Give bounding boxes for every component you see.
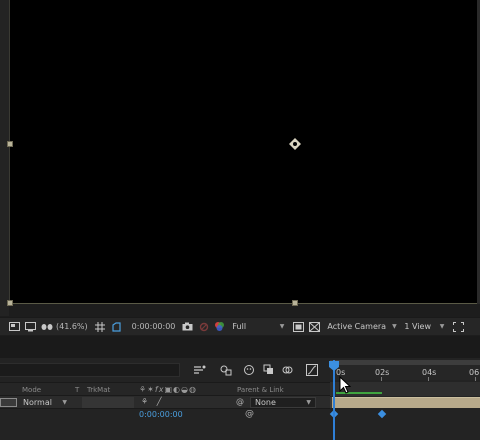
layer-row[interactable]: Normal ▼ ⚘ ╱ @ None ▼ (0, 396, 330, 409)
parent-value: None (255, 398, 276, 407)
time-navigator-bar[interactable] (330, 360, 480, 365)
property-value-time[interactable]: 0:00:00:00 (139, 410, 183, 419)
chevron-down-icon: ▼ (392, 323, 397, 330)
expression-pick-whip-icon[interactable]: @ (245, 409, 254, 419)
composition-viewer (0, 0, 480, 316)
ruler-tick (475, 377, 476, 381)
property-row: 0:00:00:00 @ (0, 409, 330, 422)
draft-3d-icon[interactable] (219, 363, 233, 377)
parent-link-column-header[interactable]: Parent & Link (237, 386, 284, 394)
viewer-toolbar: (41.6%) 0:00:00:00 Full ▼ Active Camera … (0, 317, 480, 335)
ruler-label-06: 06 (469, 368, 480, 377)
transform-handle-middle-left[interactable] (7, 141, 13, 147)
transform-handle-bottom-center[interactable] (292, 300, 298, 306)
fast-previews-icon[interactable] (292, 321, 305, 333)
ruler-label-02s: 02s (375, 368, 390, 377)
frame-blending-icon[interactable] (262, 363, 276, 377)
resolution-value: Full (232, 322, 247, 331)
current-time-display[interactable]: 0:00:00:00 (132, 322, 176, 331)
panel-divider[interactable] (0, 336, 480, 358)
view-layout-value: 1 View (404, 322, 431, 331)
resolution-dropdown[interactable]: Full ▼ (229, 320, 287, 333)
camera-view-dropdown[interactable]: Active Camera ▼ (324, 320, 396, 333)
motion-blur-icon[interactable] (281, 363, 295, 377)
mode-column-header[interactable]: Mode (22, 386, 41, 394)
viewer-left-edge (0, 0, 9, 316)
always-preview-icon[interactable] (8, 321, 21, 333)
region-of-interest-icon[interactable] (110, 321, 123, 333)
view-layout-dropdown[interactable]: 1 View ▼ (401, 320, 447, 333)
graph-editor-icon[interactable] (305, 363, 319, 377)
time-ruler[interactable]: 0s 02s 04s 06 (330, 360, 480, 381)
layer-switches[interactable]: ⚘ ╱ (141, 397, 165, 406)
mouse-pointer-icon (339, 375, 352, 394)
transform-handle-bottom-left[interactable] (7, 300, 13, 306)
channel-rgb-icon[interactable] (213, 321, 226, 333)
anchor-point-icon[interactable] (289, 138, 301, 150)
chevron-down-icon: ▼ (439, 323, 445, 330)
chevron-down-icon: ▼ (279, 323, 285, 330)
keyframe-marker[interactable] (377, 409, 387, 419)
switches-header-icons: ⚘✶fx▣◐◒◍ (139, 385, 197, 394)
show-snapshot-icon[interactable] (197, 321, 210, 333)
hide-shy-layers-icon[interactable] (242, 363, 256, 377)
ruler-label-04s: 04s (422, 368, 437, 377)
layer-label-color[interactable] (0, 398, 17, 407)
blending-mode-dropdown[interactable]: Normal ▼ (20, 397, 70, 408)
grid-icon[interactable] (94, 321, 107, 333)
monitor-icon[interactable] (24, 321, 37, 333)
timeline-panel: 0s 02s 04s 06 Mode T TrkMat ⚘✶fx▣◐◒◍ Par… (0, 358, 480, 440)
zoom-level[interactable]: (41.6%) (56, 322, 88, 331)
timeline-track-area[interactable] (329, 382, 480, 440)
ruler-tick (381, 377, 382, 381)
layer-search-field[interactable] (0, 363, 180, 377)
blending-mode-value: Normal (23, 398, 52, 407)
ruler-tick (428, 377, 429, 381)
mask-visibility-icon[interactable] (40, 321, 53, 333)
layer-duration-bar[interactable] (332, 397, 480, 408)
snapshot-icon[interactable] (181, 321, 194, 333)
current-time-indicator[interactable] (333, 360, 335, 440)
transparency-grid-icon[interactable] (308, 321, 321, 333)
chevron-down-icon: ▼ (62, 399, 67, 406)
timeline-column-headers: Mode T TrkMat ⚘✶fx▣◐◒◍ Parent & Link (0, 382, 330, 396)
pick-whip-icon[interactable]: @ (236, 397, 244, 406)
toggle-pixel-aspect-icon[interactable] (452, 321, 465, 333)
trkmat-column-header[interactable]: TrkMat (87, 386, 110, 394)
composition-canvas[interactable] (9, 0, 480, 304)
track-matte-dropdown[interactable] (82, 397, 134, 408)
composition-flowchart-icon[interactable] (193, 363, 207, 377)
camera-view-value: Active Camera (327, 322, 387, 331)
parent-dropdown[interactable]: None ▼ (250, 397, 316, 408)
t-column-header[interactable]: T (75, 386, 79, 394)
chevron-down-icon: ▼ (306, 399, 311, 406)
